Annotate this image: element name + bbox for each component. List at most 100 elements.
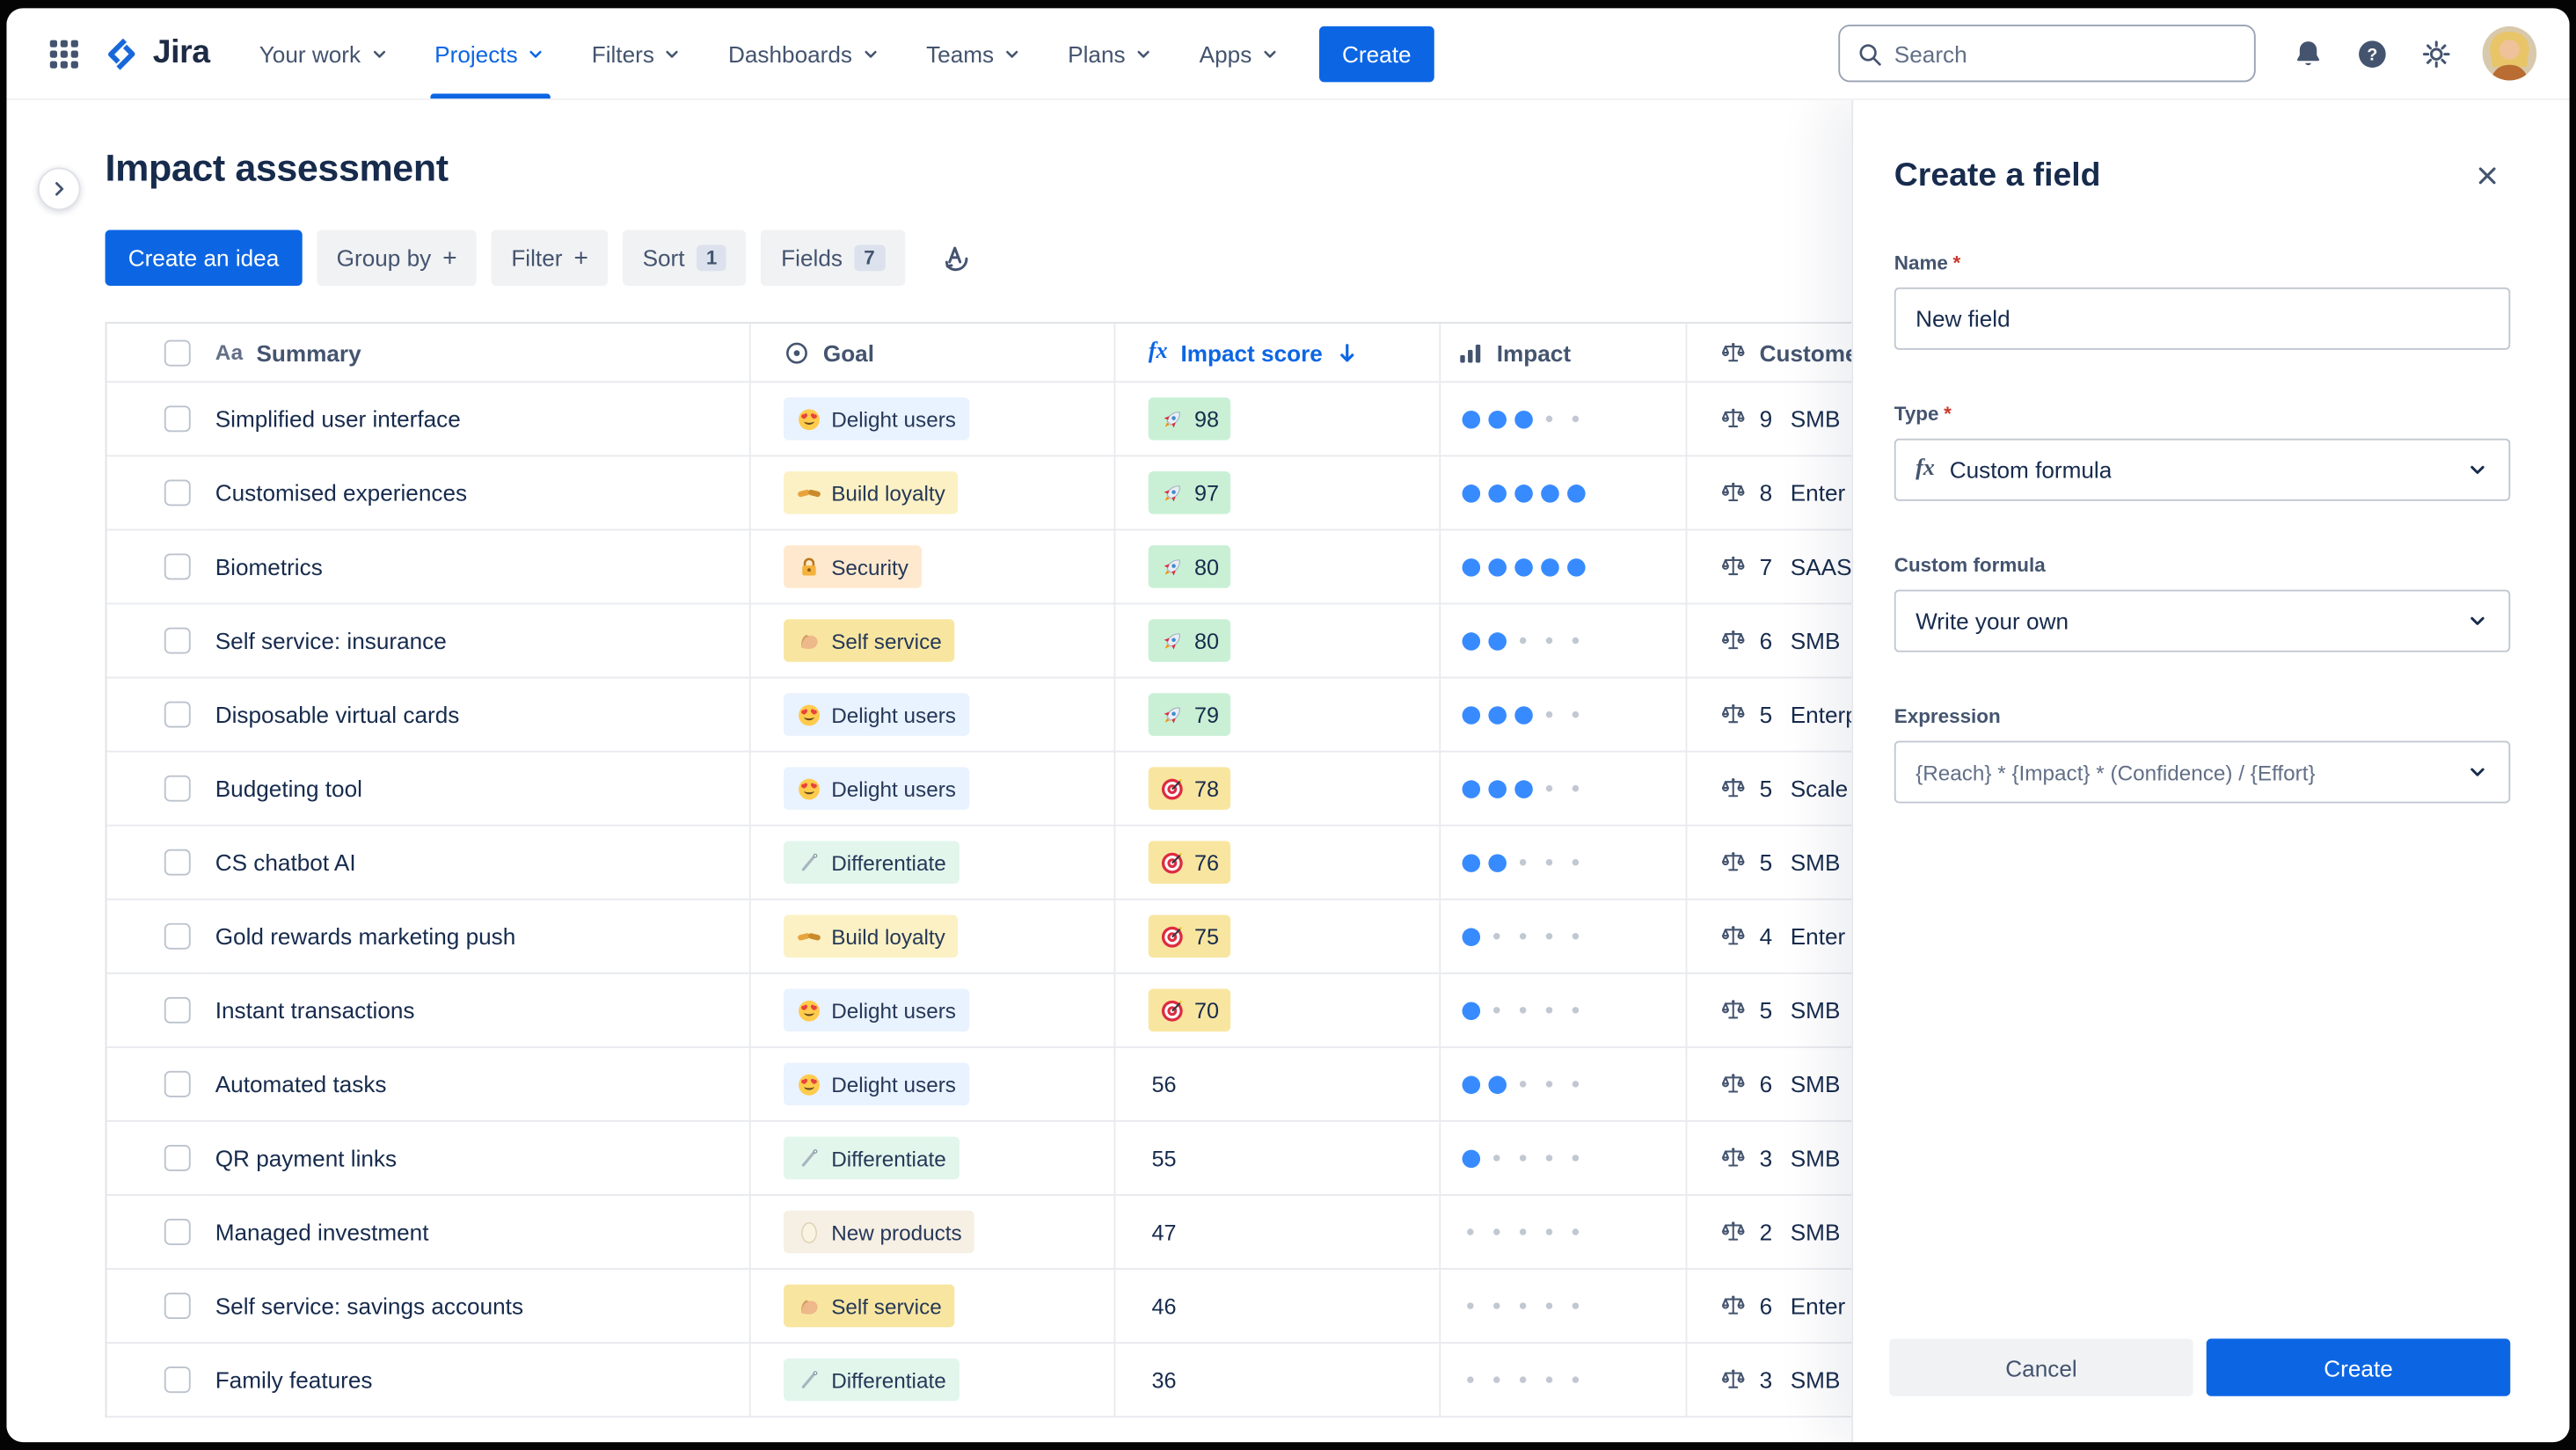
notifications-button[interactable] xyxy=(2280,26,2337,82)
impact-cell[interactable] xyxy=(1439,973,1686,1048)
impact-score-cell[interactable]: 47 xyxy=(1113,1195,1440,1270)
impact-score-cell[interactable]: 97 xyxy=(1113,456,1440,531)
row-checkbox[interactable] xyxy=(164,922,191,950)
nav-teams[interactable]: Teams xyxy=(909,8,1038,98)
goal-cell[interactable]: Security xyxy=(748,530,1114,605)
row-checkbox[interactable] xyxy=(164,405,191,433)
nav-projects[interactable]: Projects xyxy=(418,8,562,99)
impact-cell[interactable] xyxy=(1439,1344,1686,1418)
group-by-button[interactable]: Group by + xyxy=(317,230,478,287)
impact-cell[interactable] xyxy=(1439,530,1686,605)
impact-score-cell[interactable]: 98 xyxy=(1113,383,1440,457)
impact-cell[interactable] xyxy=(1439,1269,1686,1344)
summary-cell[interactable]: Disposable virtual cards xyxy=(207,678,749,753)
goal-cell[interactable]: Differentiate xyxy=(748,826,1114,900)
summary-cell[interactable]: Instant transactions xyxy=(207,974,749,1048)
row-checkbox[interactable] xyxy=(164,479,191,506)
row-checkbox[interactable] xyxy=(164,701,191,728)
impact-score-cell[interactable]: 46 xyxy=(1113,1269,1440,1344)
summary-cell[interactable]: Budgeting tool xyxy=(207,753,749,827)
summary-cell[interactable]: Gold rewards marketing push xyxy=(207,900,749,974)
row-checkbox[interactable] xyxy=(164,553,191,580)
column-header-goal[interactable]: Goal xyxy=(748,323,1114,383)
impact-score-cell[interactable]: 56 xyxy=(1113,1047,1440,1122)
create-button[interactable]: Create xyxy=(1318,25,1434,82)
row-checkbox[interactable] xyxy=(164,1219,191,1245)
summary-cell[interactable]: CS chatbot AI xyxy=(207,827,749,900)
impact-score-cell[interactable]: 55 xyxy=(1113,1121,1440,1196)
impact-cell[interactable] xyxy=(1439,604,1686,679)
row-checkbox[interactable] xyxy=(164,627,191,654)
row-checkbox[interactable] xyxy=(164,775,191,802)
create-an-idea-button[interactable]: Create an idea xyxy=(105,230,303,287)
impact-cell[interactable] xyxy=(1439,383,1686,457)
row-checkbox[interactable] xyxy=(164,1293,191,1320)
cancel-button[interactable]: Cancel xyxy=(1889,1338,2193,1396)
sort-order-button[interactable] xyxy=(926,230,985,287)
row-checkbox[interactable] xyxy=(164,1144,191,1171)
impact-score-cell[interactable]: 75 xyxy=(1113,900,1440,974)
goal-cell[interactable]: Delight users xyxy=(748,752,1114,827)
impact-cell[interactable] xyxy=(1439,1121,1686,1196)
expand-sidebar-button[interactable] xyxy=(37,167,81,211)
field-name-input[interactable] xyxy=(1894,287,2511,350)
impact-cell[interactable] xyxy=(1439,826,1686,900)
nav-plans[interactable]: Plans xyxy=(1051,8,1170,98)
column-header-summary[interactable]: Aa Summary xyxy=(207,324,749,383)
goal-cell[interactable]: Delight users xyxy=(748,678,1114,753)
field-type-select[interactable]: fx Custom formula xyxy=(1894,438,2511,501)
impact-score-cell[interactable]: 76 xyxy=(1113,826,1440,900)
goal-cell[interactable]: Build loyalty xyxy=(748,456,1114,531)
select-all-checkbox[interactable] xyxy=(164,339,191,366)
jira-logo[interactable]: Jira xyxy=(102,33,210,73)
nav-dashboards[interactable]: Dashboards xyxy=(712,8,896,98)
summary-cell[interactable]: Self service: insurance xyxy=(207,604,749,679)
impact-score-cell[interactable]: 78 xyxy=(1113,752,1440,827)
impact-score-cell[interactable]: 36 xyxy=(1113,1344,1440,1418)
nav-your-work[interactable]: Your work xyxy=(243,8,405,98)
filter-button[interactable]: Filter + xyxy=(491,230,609,287)
nav-apps[interactable]: Apps xyxy=(1183,8,1296,98)
summary-cell[interactable]: Managed investment xyxy=(207,1196,749,1270)
column-header-impact-score[interactable]: fx Impact score xyxy=(1113,323,1440,383)
goal-cell[interactable]: Delight users xyxy=(748,383,1114,457)
app-switcher-button[interactable] xyxy=(36,26,92,82)
impact-score-cell[interactable]: 80 xyxy=(1113,530,1440,605)
summary-cell[interactable]: QR payment links xyxy=(207,1122,749,1196)
help-button[interactable]: ? xyxy=(2345,26,2401,82)
impact-cell[interactable] xyxy=(1439,456,1686,531)
user-avatar[interactable] xyxy=(2482,26,2537,81)
goal-cell[interactable]: Delight users xyxy=(748,1047,1114,1122)
fields-button[interactable]: Fields 7 xyxy=(761,230,905,287)
nav-filters[interactable]: Filters xyxy=(575,8,698,98)
row-checkbox[interactable] xyxy=(164,1366,191,1394)
create-field-button[interactable]: Create xyxy=(2206,1338,2511,1396)
impact-score-cell[interactable]: 70 xyxy=(1113,973,1440,1048)
search-input[interactable] xyxy=(1894,40,2238,67)
goal-cell[interactable]: Delight users xyxy=(748,973,1114,1048)
close-panel-button[interactable] xyxy=(2464,153,2510,199)
summary-cell[interactable]: Customised experiences xyxy=(207,456,749,531)
summary-cell[interactable]: Biometrics xyxy=(207,530,749,605)
goal-cell[interactable]: Differentiate xyxy=(748,1121,1114,1196)
summary-cell[interactable]: Simplified user interface xyxy=(207,383,749,457)
row-checkbox[interactable] xyxy=(164,1070,191,1097)
impact-score-cell[interactable]: 80 xyxy=(1113,604,1440,679)
goal-cell[interactable]: Differentiate xyxy=(748,1344,1114,1418)
column-header-impact[interactable]: Impact xyxy=(1439,323,1686,383)
impact-cell[interactable] xyxy=(1439,900,1686,974)
expression-select[interactable]: {Reach} * {Impact} * (Confidence) / {Eff… xyxy=(1894,740,2511,804)
goal-cell[interactable]: Self service xyxy=(748,604,1114,679)
sort-button[interactable]: Sort 1 xyxy=(623,230,747,287)
goal-cell[interactable]: Self service xyxy=(748,1269,1114,1344)
summary-cell[interactable]: Self service: savings accounts xyxy=(207,1270,749,1344)
impact-cell[interactable] xyxy=(1439,1195,1686,1270)
settings-button[interactable] xyxy=(2408,26,2464,82)
summary-cell[interactable]: Family features xyxy=(207,1344,749,1418)
row-checkbox[interactable] xyxy=(164,849,191,876)
impact-cell[interactable] xyxy=(1439,1047,1686,1122)
impact-score-cell[interactable]: 79 xyxy=(1113,678,1440,753)
impact-cell[interactable] xyxy=(1439,752,1686,827)
impact-cell[interactable] xyxy=(1439,678,1686,753)
goal-cell[interactable]: Build loyalty xyxy=(748,900,1114,974)
